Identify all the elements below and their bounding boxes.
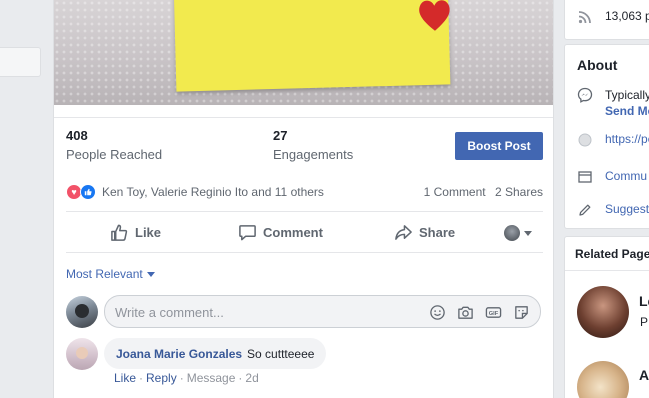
- related-page-avatar[interactable]: [577, 286, 629, 338]
- website-link[interactable]: https://pe: [605, 132, 649, 146]
- rss-icon: [578, 11, 591, 24]
- boost-post-button[interactable]: Boost Post: [455, 132, 543, 160]
- comment-sort-dropdown[interactable]: Most Relevant: [66, 267, 155, 281]
- post-actions-bar: Like Comment Share: [66, 213, 543, 253]
- camera-icon[interactable]: [456, 303, 474, 321]
- share-arrow-icon: [395, 225, 412, 240]
- separator-dot: ·: [139, 371, 144, 385]
- followers-count: 13,063 p: [605, 9, 649, 23]
- engagements-stat: 27 Engagements: [273, 128, 353, 162]
- people-reached-label: People Reached: [66, 147, 163, 162]
- related-pages-title: Related Page: [575, 247, 649, 261]
- people-reached-stat: 408 People Reached: [66, 128, 162, 162]
- reaction-names-link[interactable]: Ken Toy, Valerie Reginio Ito and 11 othe…: [102, 185, 324, 199]
- separator-dot: ·: [179, 371, 184, 385]
- composer-icons: GIF: [428, 303, 530, 321]
- post-card: 408 People Reached 27 Engagements Boost …: [53, 0, 554, 398]
- related-pages-card: Related Page Le P A: [564, 236, 649, 398]
- comment-actions: Like · Reply · Message · 2d: [114, 371, 259, 385]
- chevron-down-icon: [524, 230, 532, 236]
- emoji-icon[interactable]: [428, 303, 446, 321]
- messenger-icon: [577, 87, 593, 103]
- reaction-icons[interactable]: ♥: [66, 184, 98, 200]
- comment-sort-label: Most Relevant: [66, 267, 143, 281]
- commenter-avatar[interactable]: [66, 338, 98, 370]
- share-button-label: Share: [419, 225, 456, 240]
- followers-card: 13,063 p: [564, 0, 649, 40]
- left-column-stub: [0, 47, 41, 77]
- pencil-icon: [579, 204, 591, 216]
- post-photo[interactable]: [54, 0, 553, 105]
- engagements-label: Engagements: [273, 147, 354, 162]
- share-count-link[interactable]: 2 Shares: [495, 185, 543, 199]
- followers-row: 13,063 p: [577, 9, 649, 25]
- reaction-counts: 1 Comment 2 Shares: [418, 185, 543, 199]
- suggest-edits-row: Suggest: [577, 202, 649, 218]
- website-row: https://pe: [577, 132, 649, 148]
- speech-bubble-icon: [239, 225, 256, 241]
- comment-button-label: Comment: [263, 225, 323, 240]
- comment-count-link[interactable]: 1 Comment: [424, 185, 486, 199]
- sticker-icon[interactable]: [512, 303, 530, 321]
- globe-icon: [578, 133, 592, 147]
- comment-reply-link[interactable]: Reply: [146, 371, 177, 385]
- comment-timestamp[interactable]: 2d: [245, 371, 258, 385]
- related-page-name[interactable]: A: [639, 367, 649, 383]
- messenger-row: Typically Send Me: [577, 87, 649, 119]
- svg-text:GIF: GIF: [488, 311, 498, 317]
- comment-text: So cuttteeee: [247, 346, 315, 361]
- related-page-avatar[interactable]: [577, 361, 629, 398]
- comment-composer: GIF: [104, 295, 541, 328]
- divider: [565, 270, 649, 271]
- separator-dot: ·: [238, 371, 243, 385]
- related-page-subtitle: P: [640, 315, 649, 329]
- comment-input[interactable]: [115, 303, 415, 321]
- send-message-link[interactable]: Send Me: [605, 103, 649, 119]
- chevron-down-icon: [146, 271, 155, 277]
- current-user-avatar[interactable]: [66, 296, 98, 328]
- thumbs-up-icon: [111, 224, 128, 241]
- heart-drawing: [419, 0, 450, 31]
- community-link[interactable]: Commu: [605, 169, 647, 183]
- gif-icon[interactable]: GIF: [484, 303, 502, 321]
- comment-like-link[interactable]: Like: [114, 371, 136, 385]
- like-button-label: Like: [135, 225, 162, 240]
- community-row: Commu: [577, 169, 647, 185]
- reactions-summary: ♥ Ken Toy, Valerie Reginio Ito and 11 ot…: [66, 176, 543, 212]
- about-card: About Typically Send Me https://pe Commu…: [564, 44, 649, 229]
- sticky-note: [173, 0, 451, 92]
- engagements-count: 27: [273, 128, 288, 143]
- about-title: About: [577, 57, 618, 73]
- share-button[interactable]: Share: [394, 223, 455, 242]
- like-button[interactable]: Like: [110, 223, 161, 242]
- comment-message-link[interactable]: Message: [187, 371, 236, 385]
- comment-button[interactable]: Comment: [238, 223, 323, 242]
- page-avatar-small: [504, 225, 520, 241]
- like-react-icon: [80, 184, 96, 200]
- related-page-name[interactable]: Le: [639, 293, 649, 309]
- comment-item: Joana Marie Gonzales So cuttteeee: [104, 338, 327, 369]
- response-time-text: Typically: [605, 88, 649, 102]
- post-as-selector[interactable]: [504, 225, 532, 241]
- comment-author-link[interactable]: Joana Marie Gonzales: [116, 347, 242, 361]
- community-icon: [578, 171, 592, 183]
- people-reached-count: 408: [66, 128, 88, 143]
- suggest-edits-link[interactable]: Suggest: [605, 202, 649, 216]
- post-insights-bar: 408 People Reached 27 Engagements Boost …: [54, 117, 553, 172]
